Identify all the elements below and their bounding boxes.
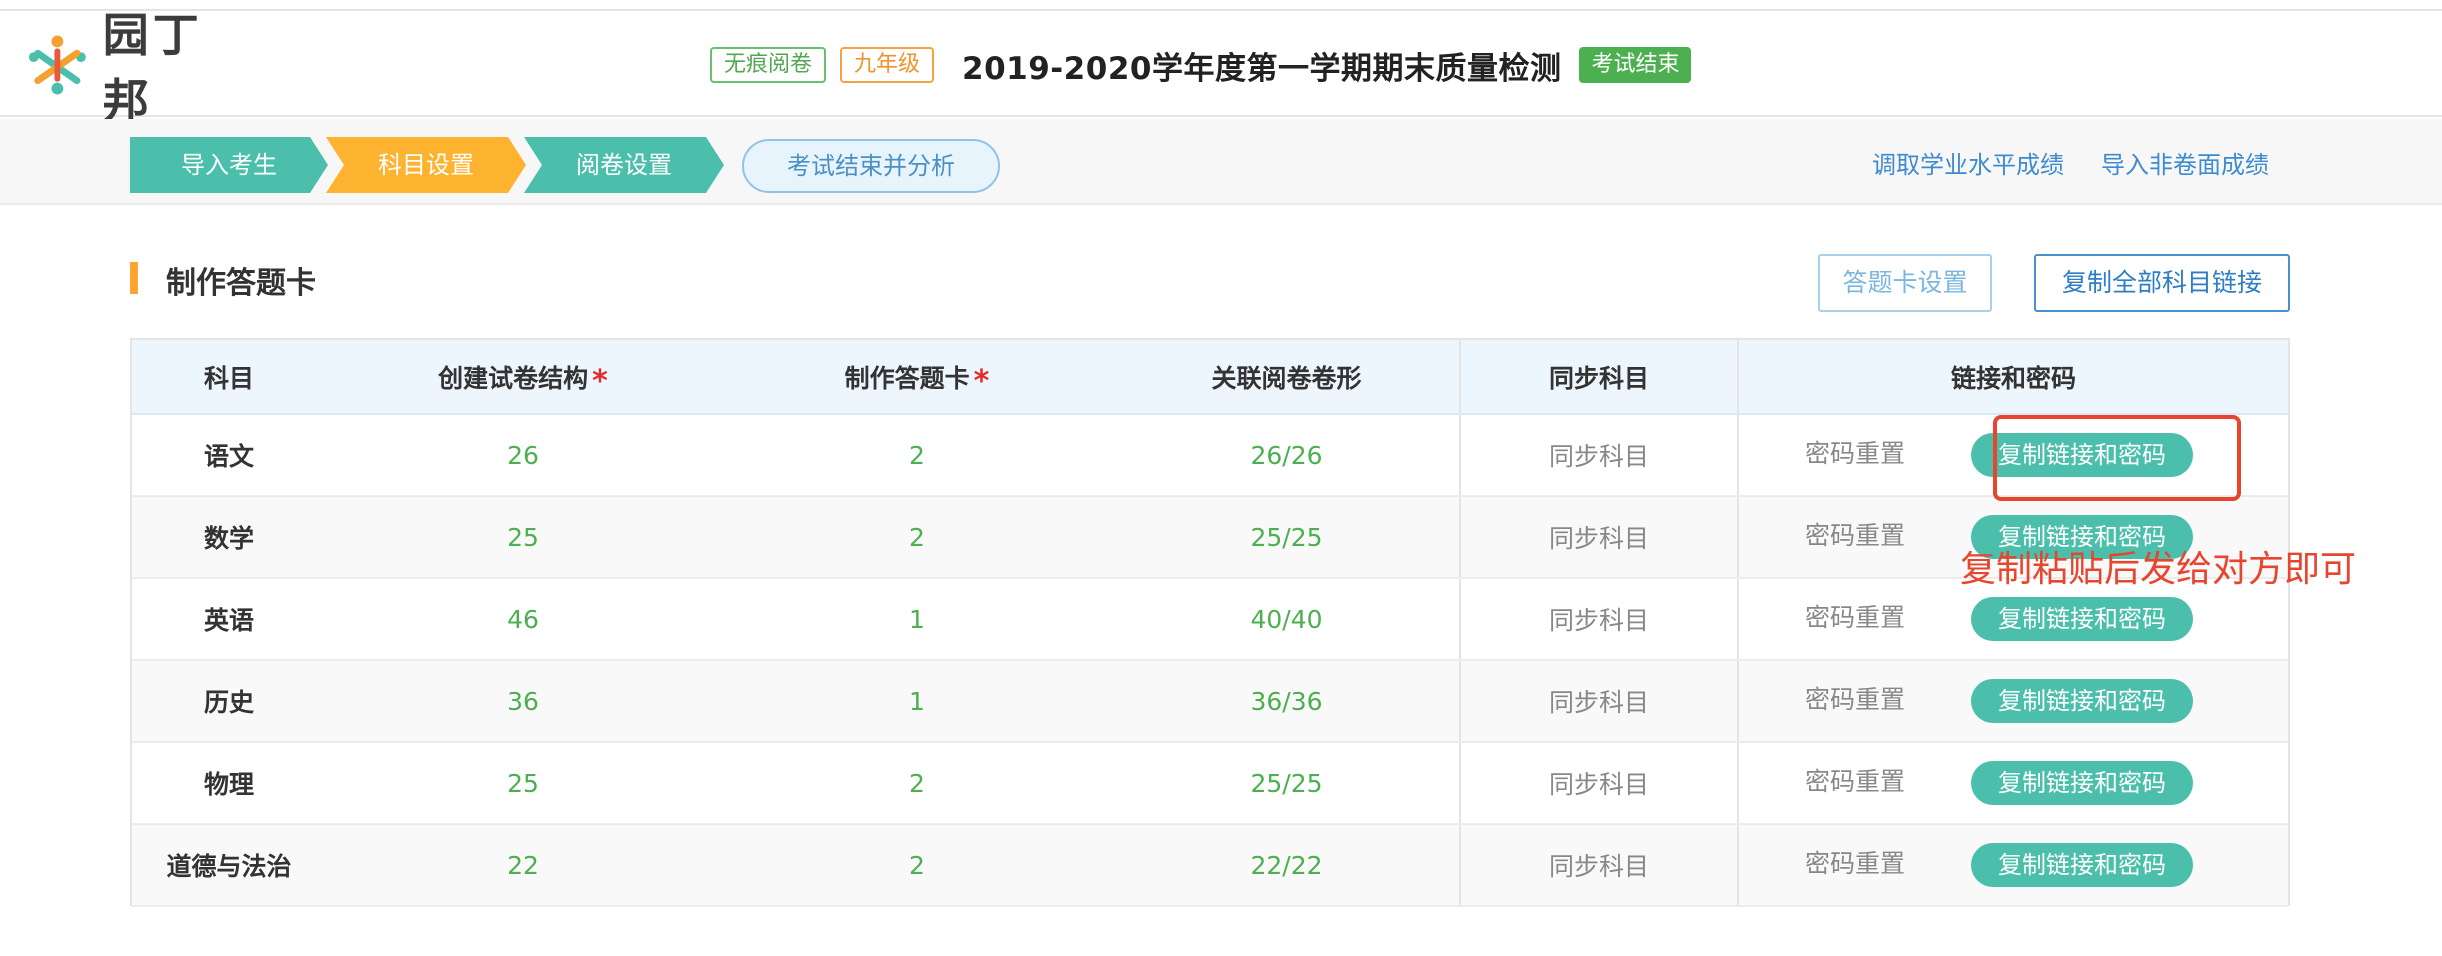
- subject-cell: 历史: [132, 660, 326, 743]
- subjects-table: 科目 创建试卷结构 * 制作答题卡 * 关联阅卷卷形 同步科目 链接和密码 语文 26…: [130, 338, 2290, 907]
- sync-subject-button[interactable]: 同步科目: [1460, 414, 1739, 497]
- step-bar: 导入考生 科目设置 阅卷设置 考试结束并分析 调取学业水平成绩 导入非卷面成绩: [0, 119, 2442, 205]
- col-link-password: 链接和密码: [1738, 340, 2288, 415]
- structure-count-link[interactable]: 22: [326, 824, 720, 907]
- section-title: 制作答题卡: [166, 266, 316, 301]
- reset-password-button[interactable]: 密码重置: [1805, 598, 1971, 634]
- answer-card-count-link[interactable]: 2: [720, 414, 1114, 497]
- brand-name: 园丁邦: [102, 8, 203, 128]
- top-border: [0, 0, 2442, 11]
- end-exam-analyze-button[interactable]: 考试结束并分析: [742, 139, 1000, 193]
- col-sync: 同步科目: [1460, 340, 1739, 415]
- sync-subject-button[interactable]: 同步科目: [1460, 660, 1739, 743]
- table-row: 语文 26 2 26/26 同步科目 密码重置 复制链接和密码: [132, 414, 2288, 497]
- structure-count-link[interactable]: 25: [326, 742, 720, 825]
- link-password-cell: 密码重置 复制链接和密码: [1738, 824, 2288, 907]
- reset-password-button[interactable]: 密码重置: [1805, 680, 1971, 716]
- subject-cell: 语文: [132, 414, 326, 497]
- copy-link-password-button[interactable]: 复制链接和密码: [1971, 597, 2193, 641]
- subject-cell: 数学: [132, 496, 326, 579]
- table-row: 道德与法治 22 2 22/22 同步科目 密码重置 复制链接和密码: [132, 824, 2288, 907]
- status-badge: 考试结束: [1579, 47, 1692, 83]
- col-shape: 关联阅卷卷形: [1114, 340, 1461, 415]
- answer-card-count-link[interactable]: 2: [720, 496, 1114, 579]
- col-subject: 科目: [132, 340, 326, 415]
- section-accent: [130, 262, 138, 294]
- fetch-academic-scores-link[interactable]: 调取学业水平成绩: [1872, 145, 2064, 185]
- answer-card-count-link[interactable]: 1: [720, 578, 1114, 661]
- subject-cell: 英语: [132, 578, 326, 661]
- structure-count-link[interactable]: 46: [326, 578, 720, 661]
- paper-shape-link[interactable]: 22/22: [1114, 824, 1461, 907]
- required-mark: *: [592, 363, 608, 399]
- reset-password-button[interactable]: 密码重置: [1805, 516, 1971, 552]
- copy-link-password-button[interactable]: 复制链接和密码: [1971, 761, 2193, 805]
- copy-link-password-button[interactable]: 复制链接和密码: [1971, 843, 2193, 887]
- link-password-cell: 密码重置 复制链接和密码: [1738, 660, 2288, 743]
- paper-shape-link[interactable]: 25/25: [1114, 496, 1461, 579]
- required-mark: *: [973, 363, 990, 399]
- paper-shape-link[interactable]: 26/26: [1114, 414, 1461, 497]
- structure-count-link[interactable]: 25: [326, 496, 720, 579]
- structure-count-link[interactable]: 26: [326, 414, 720, 497]
- answer-card-count-link[interactable]: 1: [720, 660, 1114, 743]
- logo-icon: [28, 35, 86, 95]
- step-subject-settings[interactable]: 科目设置: [326, 137, 526, 193]
- annotation-note: 复制粘贴后发给对方即可: [1960, 549, 2357, 590]
- copy-all-links-button[interactable]: 复制全部科目链接: [2034, 254, 2290, 312]
- brand-logo[interactable]: 园丁邦: [24, 8, 250, 128]
- answer-card-settings-button[interactable]: 答题卡设置: [1818, 254, 1992, 312]
- table-row: 物理 25 2 25/25 同步科目 密码重置 复制链接和密码: [132, 742, 2288, 825]
- structure-count-link[interactable]: 36: [326, 660, 720, 743]
- sync-subject-button[interactable]: 同步科目: [1460, 578, 1739, 661]
- page-header: 园丁邦 无痕阅卷 九年级 2019-2020学年度第一学期期末质量检测 考试结束: [0, 8, 2442, 128]
- import-non-paper-scores-link[interactable]: 导入非卷面成绩: [2101, 145, 2269, 185]
- exam-heading: 无痕阅卷 九年级 2019-2020学年度第一学期期末质量检测 考试结束: [710, 45, 1692, 87]
- sync-subject-button[interactable]: 同步科目: [1460, 496, 1739, 579]
- table-row: 历史 36 1 36/36 同步科目 密码重置 复制链接和密码: [132, 660, 2288, 743]
- highlight-box: [1993, 415, 2241, 501]
- paper-shape-link[interactable]: 25/25: [1114, 742, 1461, 825]
- sync-subject-button[interactable]: 同步科目: [1460, 742, 1739, 825]
- mode-tag: 无痕阅卷: [710, 47, 827, 83]
- reset-password-button[interactable]: 密码重置: [1805, 762, 1971, 798]
- subject-cell: 道德与法治: [132, 824, 326, 907]
- paper-shape-link[interactable]: 40/40: [1114, 578, 1461, 661]
- answer-card-count-link[interactable]: 2: [720, 824, 1114, 907]
- col-structure: 创建试卷结构 *: [326, 340, 720, 415]
- reset-password-button[interactable]: 密码重置: [1805, 844, 1971, 880]
- subject-cell: 物理: [132, 742, 326, 825]
- table-header-row: 科目 创建试卷结构 * 制作答题卡 * 关联阅卷卷形 同步科目 链接和密码: [132, 340, 2288, 415]
- paper-shape-link[interactable]: 36/36: [1114, 660, 1461, 743]
- link-password-cell: 密码重置 复制链接和密码: [1738, 742, 2288, 825]
- step-marking-settings[interactable]: 阅卷设置: [524, 137, 724, 193]
- answer-card-count-link[interactable]: 2: [720, 742, 1114, 825]
- step-import-students[interactable]: 导入考生: [130, 137, 328, 193]
- grade-tag: 九年级: [840, 47, 935, 83]
- col-answer-card: 制作答题卡 *: [720, 340, 1114, 415]
- sync-subject-button[interactable]: 同步科目: [1460, 824, 1739, 907]
- exam-title: 2019-2020学年度第一学期期末质量检测: [962, 50, 1562, 87]
- reset-password-button[interactable]: 密码重置: [1805, 434, 1971, 470]
- copy-link-password-button[interactable]: 复制链接和密码: [1971, 679, 2193, 723]
